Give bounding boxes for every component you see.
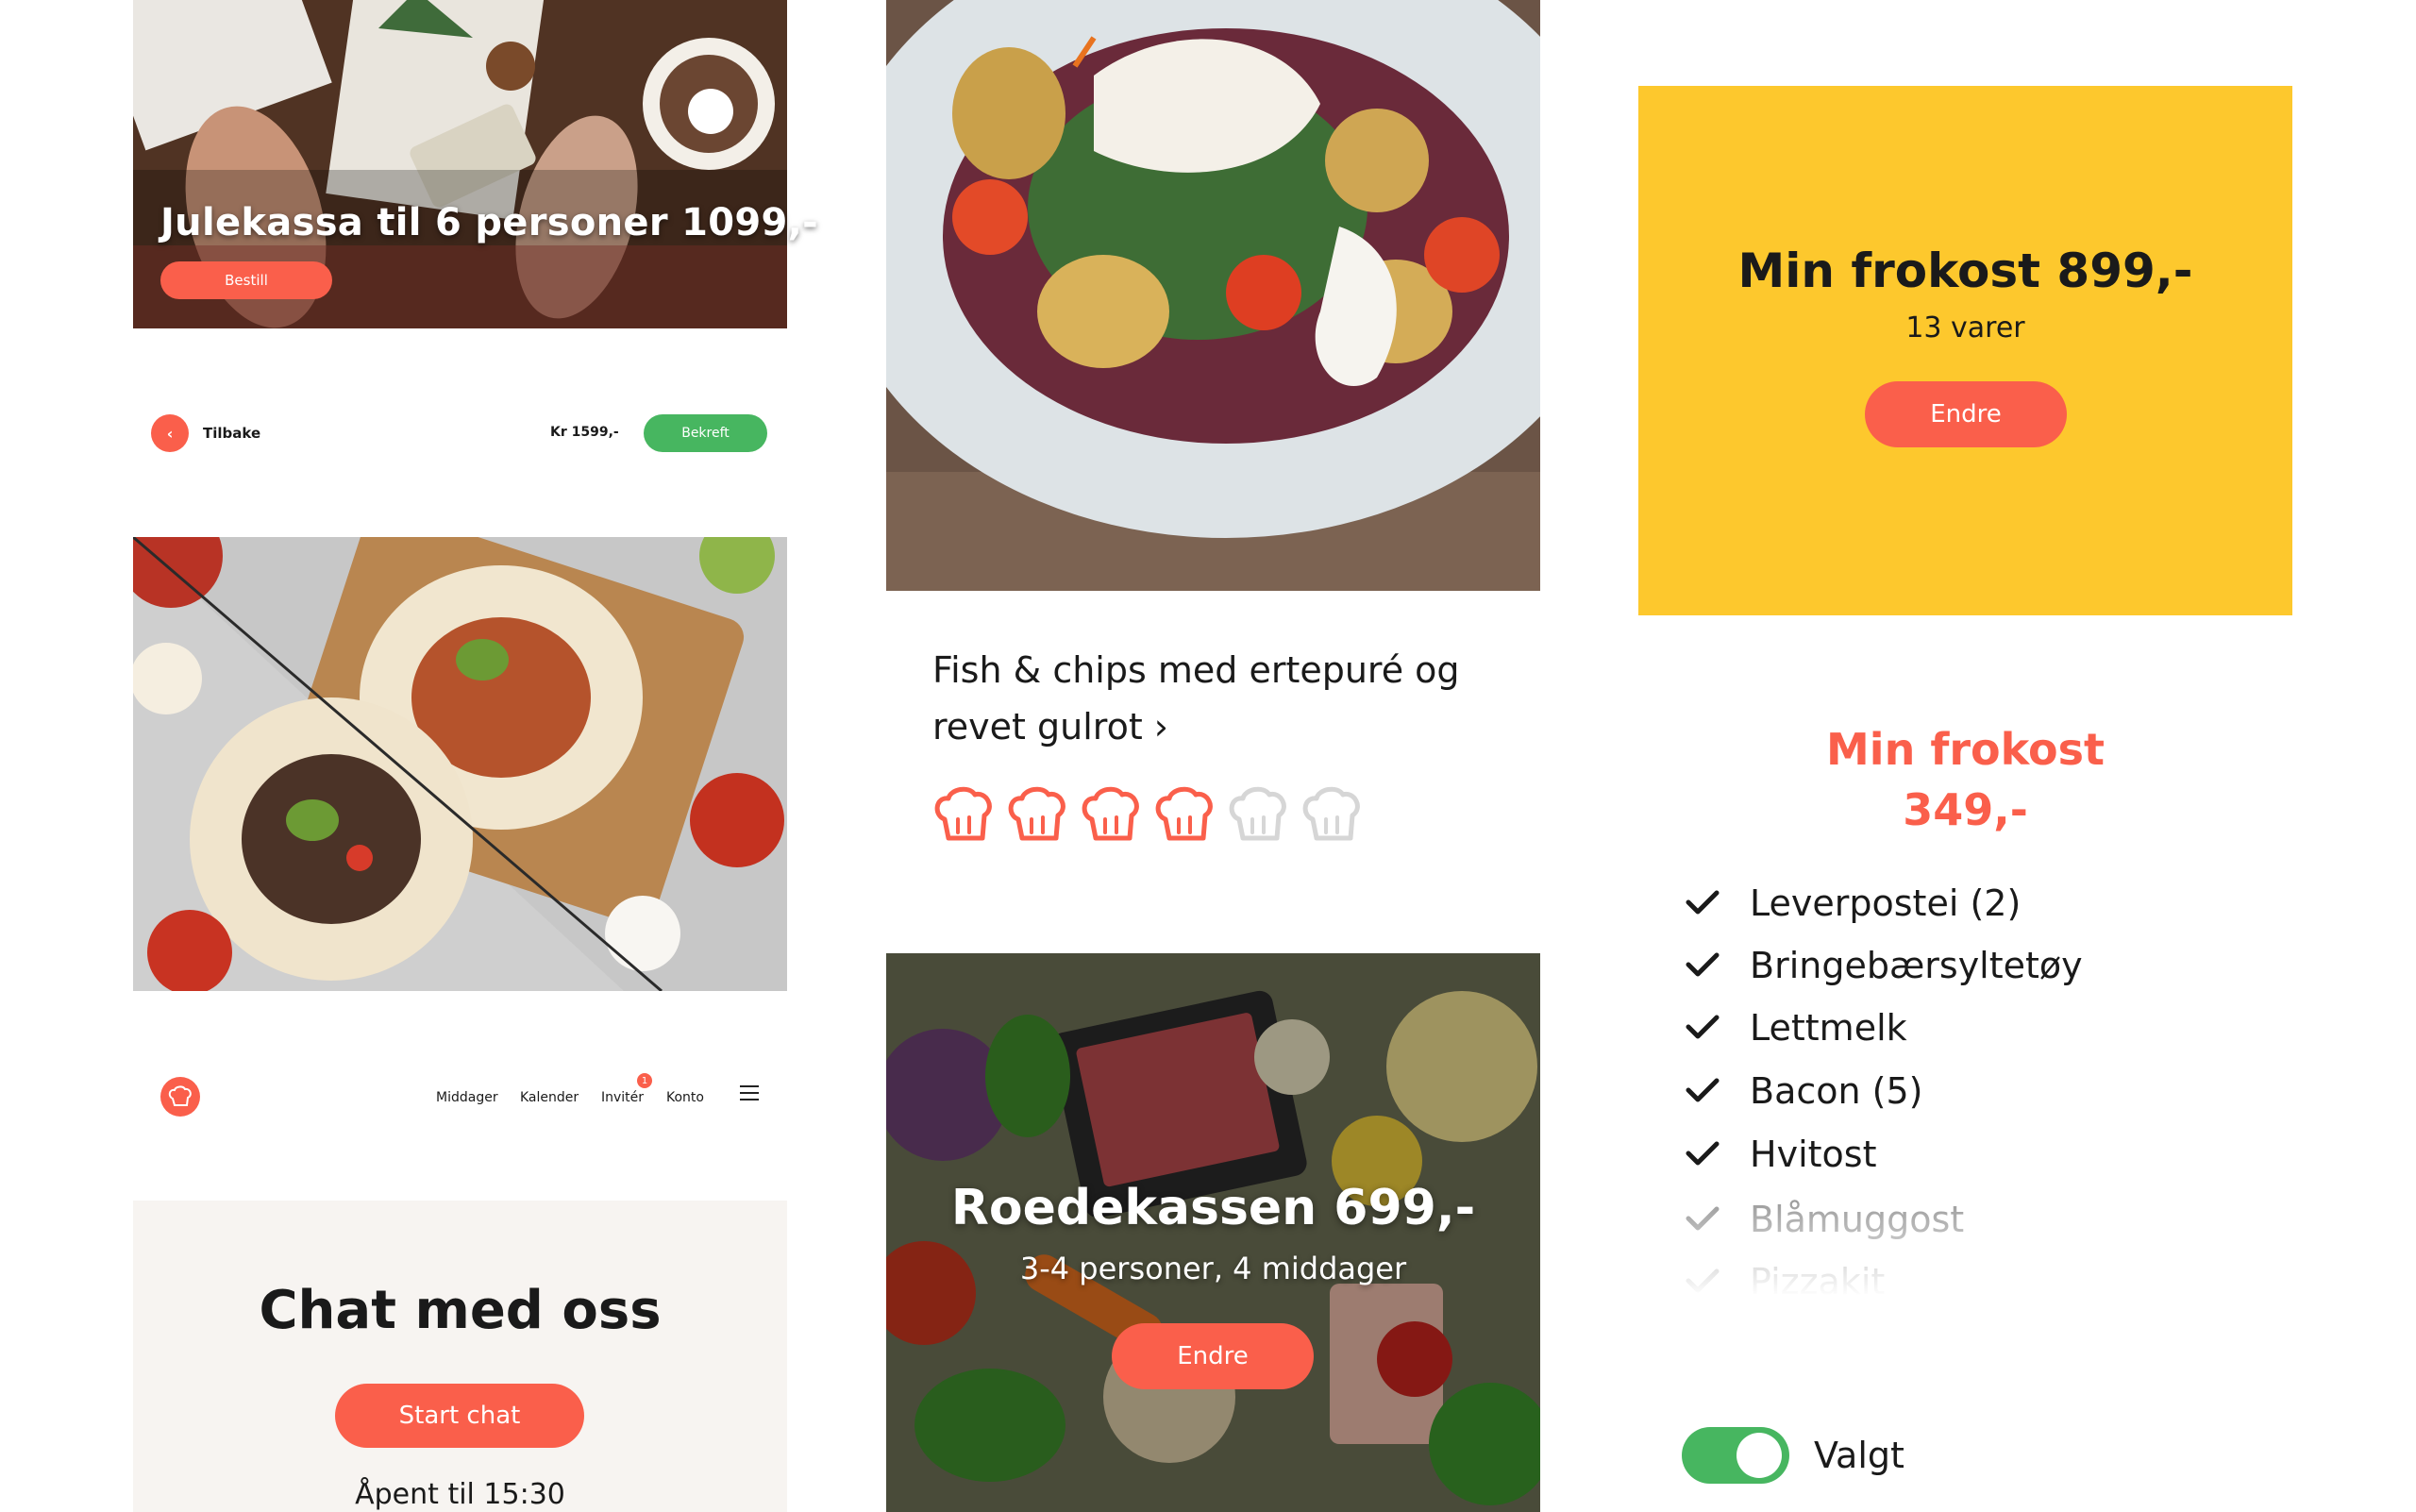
list-item[interactable]: Hvitost (1686, 1134, 1876, 1175)
toggle-knob (1736, 1433, 1782, 1478)
list-item-label: Hvitost (1750, 1134, 1877, 1175)
list-title-name: Min frokost (1826, 724, 2105, 775)
list-item[interactable]: Bacon (5) (1686, 1070, 1923, 1112)
opening-hours: Åpent til 15:30 (355, 1478, 565, 1511)
chef-hat-filled-icon (1008, 786, 1065, 841)
back-label[interactable]: Tilbake (203, 425, 260, 442)
list-item-label: Leverpostei (2) (1750, 882, 2022, 924)
roedekassen-subtitle: 3-4 personer, 4 middager (1019, 1251, 1407, 1286)
recipe-title-link[interactable]: Fish & chips med ertepuré og revet gulro… (932, 642, 1508, 755)
total-price: Kr 1599,- (550, 425, 619, 440)
chef-hat-icon (168, 1085, 192, 1106)
chat-card (133, 1201, 787, 1512)
list-item[interactable]: Leverpostei (2) (1686, 882, 2021, 924)
list-item-label: Bacon (5) (1750, 1070, 1923, 1112)
confirm-button[interactable]: Bekreft (644, 414, 767, 452)
start-chat-button[interactable]: Start chat (335, 1384, 584, 1448)
chef-hat-logo[interactable] (160, 1077, 200, 1117)
list-item[interactable]: Lettmelk (1686, 1007, 1907, 1049)
checkmark-icon (1686, 952, 1720, 977)
difficulty-rating (930, 783, 1369, 846)
chef-hat-empty-icon (1229, 786, 1286, 841)
notification-badge: 1 (637, 1073, 652, 1088)
checkmark-icon (1686, 1206, 1720, 1231)
fish-dish-photo[interactable] (886, 0, 1540, 591)
toggle-label: Valgt (1814, 1435, 1904, 1476)
chevron-left-icon: ‹ (166, 424, 174, 443)
list-title: Min frokost 349,- (1638, 719, 2292, 840)
list-item[interactable]: Bringebærsyltetøy (1686, 945, 2083, 986)
frokost-title: Min frokost 899,- (1737, 244, 2193, 298)
list-item[interactable]: Blåmuggost (1686, 1199, 1964, 1240)
list-item-label: Pizzakit (1750, 1261, 1886, 1302)
list-item[interactable]: Pizzakit (1686, 1261, 1885, 1302)
nav-dinners[interactable]: Middager (436, 1090, 498, 1105)
nav-calendar[interactable]: Kalender (520, 1090, 579, 1105)
order-button[interactable]: Bestill (160, 261, 332, 299)
roedekassen-title: Roedekassen 699,- (950, 1180, 1476, 1236)
checkmark-icon (1686, 1015, 1720, 1039)
chef-hat-empty-icon (1302, 786, 1360, 841)
checkmark-icon (1686, 1268, 1720, 1293)
hamburger-menu-icon[interactable] (740, 1085, 759, 1100)
list-title-price: 349,- (1903, 784, 2028, 835)
back-button[interactable]: ‹ (151, 414, 189, 452)
nav-invite[interactable]: Invitér (601, 1090, 644, 1105)
frokost-item-count: 13 varer (1905, 311, 2025, 344)
julekassa-title: Julekassa til 6 personer 1099,- (160, 201, 819, 244)
nav-account[interactable]: Konto (666, 1090, 704, 1105)
list-item-label: Lettmelk (1750, 1007, 1907, 1049)
list-item-label: Blåmuggost (1750, 1199, 1965, 1240)
chef-hat-filled-icon (934, 786, 992, 841)
checkmark-icon (1686, 1078, 1720, 1102)
chef-hat-filled-icon (1082, 786, 1139, 841)
checkmark-icon (1686, 890, 1720, 915)
taco-photo (133, 537, 787, 991)
checkmark-icon (1686, 1141, 1720, 1166)
chef-hat-filled-icon (1155, 786, 1213, 841)
chat-title: Chat med oss (259, 1280, 662, 1341)
list-item-label: Bringebærsyltetøy (1750, 945, 2083, 986)
change-frokost-button[interactable]: Endre (1865, 381, 2067, 447)
frokost-card (1638, 86, 2292, 615)
change-box-button[interactable]: Endre (1112, 1323, 1314, 1389)
